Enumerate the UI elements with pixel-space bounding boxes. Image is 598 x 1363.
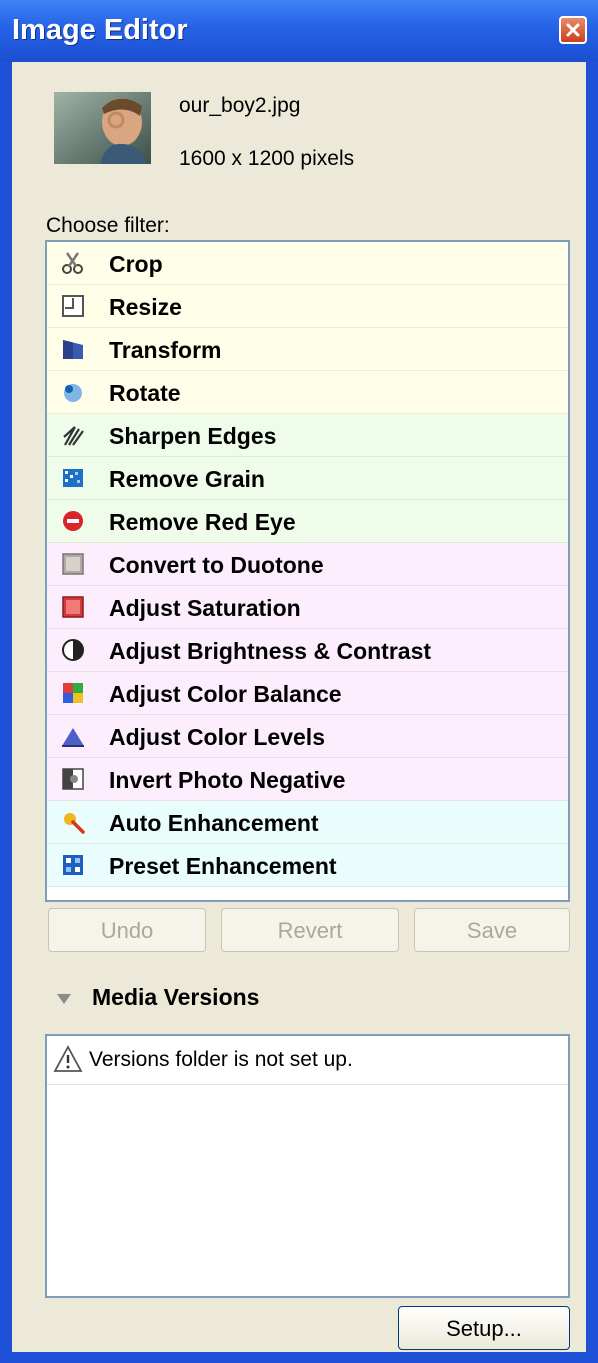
rotate-icon [64, 384, 82, 402]
collapse-arrow-icon[interactable] [56, 993, 72, 1005]
image-editor-window: Image Editor our_boy2.jpg 1600 x 1200 pi… [0, 0, 598, 1363]
close-button[interactable] [559, 16, 587, 44]
filter-label: Invert Photo Negative [109, 767, 346, 793]
filter-label: Rotate [109, 380, 181, 406]
filter-label: Remove Red Eye [109, 509, 296, 535]
filter-item-adjust-brightness-contrast[interactable]: Adjust Brightness & Contrast [47, 629, 568, 672]
filter-item-adjust-color-levels[interactable]: Adjust Color Levels [47, 715, 568, 758]
filter-label: Adjust Saturation [109, 595, 301, 621]
image-thumbnail [54, 92, 151, 164]
filter-item-rotate[interactable]: Rotate [47, 371, 568, 414]
filter-list: Crop Resize Transform Rotate Sharpen Edg… [45, 240, 570, 902]
filter-item-preset-enhancement[interactable]: Preset Enhancement [47, 844, 568, 887]
versions-message: Versions folder is not set up. [89, 1048, 353, 1071]
levels-icon [62, 728, 84, 747]
filter-item-convert-to-duotone[interactable]: Convert to Duotone [47, 543, 568, 586]
contrast-icon [62, 639, 84, 661]
title-bar: Image Editor [0, 0, 598, 62]
image-dimensions: 1600 x 1200 pixels [179, 147, 355, 170]
media-versions-title[interactable]: Media Versions [92, 984, 259, 1011]
filter-label: Preset Enhancement [109, 853, 337, 879]
versions-list: Versions folder is not set up. [45, 1034, 570, 1298]
filter-label: Adjust Brightness & Contrast [109, 638, 432, 664]
filter-item-invert-photo-negative[interactable]: Invert Photo Negative [47, 758, 568, 801]
filter-label: Adjust Color Levels [109, 724, 325, 750]
filter-label: Sharpen Edges [109, 423, 277, 449]
red-eye-icon [63, 511, 83, 531]
editor-panel: our_boy2.jpg 1600 x 1200 pixels Choose f… [12, 62, 586, 1352]
filter-item-transform[interactable]: Transform [47, 328, 568, 371]
sharpen-icon [63, 426, 84, 446]
color-balance-icon [63, 683, 83, 703]
filter-item-adjust-saturation[interactable]: Adjust Saturation [47, 586, 568, 629]
filter-label: Transform [109, 337, 222, 363]
scissors-icon [62, 252, 83, 274]
file-name: our_boy2.jpg [179, 94, 301, 117]
duotone-icon [62, 553, 84, 575]
close-icon [566, 23, 580, 37]
save-button[interactable]: Save [414, 908, 570, 952]
filter-label: Crop [109, 251, 163, 277]
filter-label: Remove Grain [109, 466, 265, 492]
window-title: Image Editor [12, 14, 188, 46]
filter-label: Adjust Color Balance [109, 681, 342, 707]
filter-item-auto-enhancement[interactable]: Auto Enhancement [47, 801, 568, 844]
filter-item-adjust-color-balance[interactable]: Adjust Color Balance [47, 672, 568, 715]
invert-icon [62, 768, 84, 790]
list-item: Versions folder is not set up. [47, 1036, 568, 1085]
filter-item-remove-grain[interactable]: Remove Grain [47, 457, 568, 500]
transform-icon [63, 340, 83, 359]
revert-button[interactable]: Revert [221, 908, 399, 952]
grain-icon [63, 469, 83, 487]
preset-icon [63, 855, 83, 875]
resize-icon [62, 295, 84, 317]
saturation-icon [62, 596, 84, 618]
setup-button[interactable]: Setup... [398, 1306, 570, 1350]
filter-item-crop[interactable]: Crop [47, 242, 568, 285]
filter-item-resize[interactable]: Resize [47, 285, 568, 328]
filter-label: Convert to Duotone [109, 552, 324, 578]
warning-icon [53, 1045, 83, 1072]
magic-wand-icon [64, 813, 85, 834]
choose-filter-label: Choose filter: [46, 214, 170, 237]
filter-item-sharpen-edges[interactable]: Sharpen Edges [47, 414, 568, 457]
filter-item-remove-red-eye[interactable]: Remove Red Eye [47, 500, 568, 543]
filter-label: Resize [109, 294, 182, 320]
filter-label: Auto Enhancement [109, 810, 319, 836]
undo-button[interactable]: Undo [48, 908, 206, 952]
